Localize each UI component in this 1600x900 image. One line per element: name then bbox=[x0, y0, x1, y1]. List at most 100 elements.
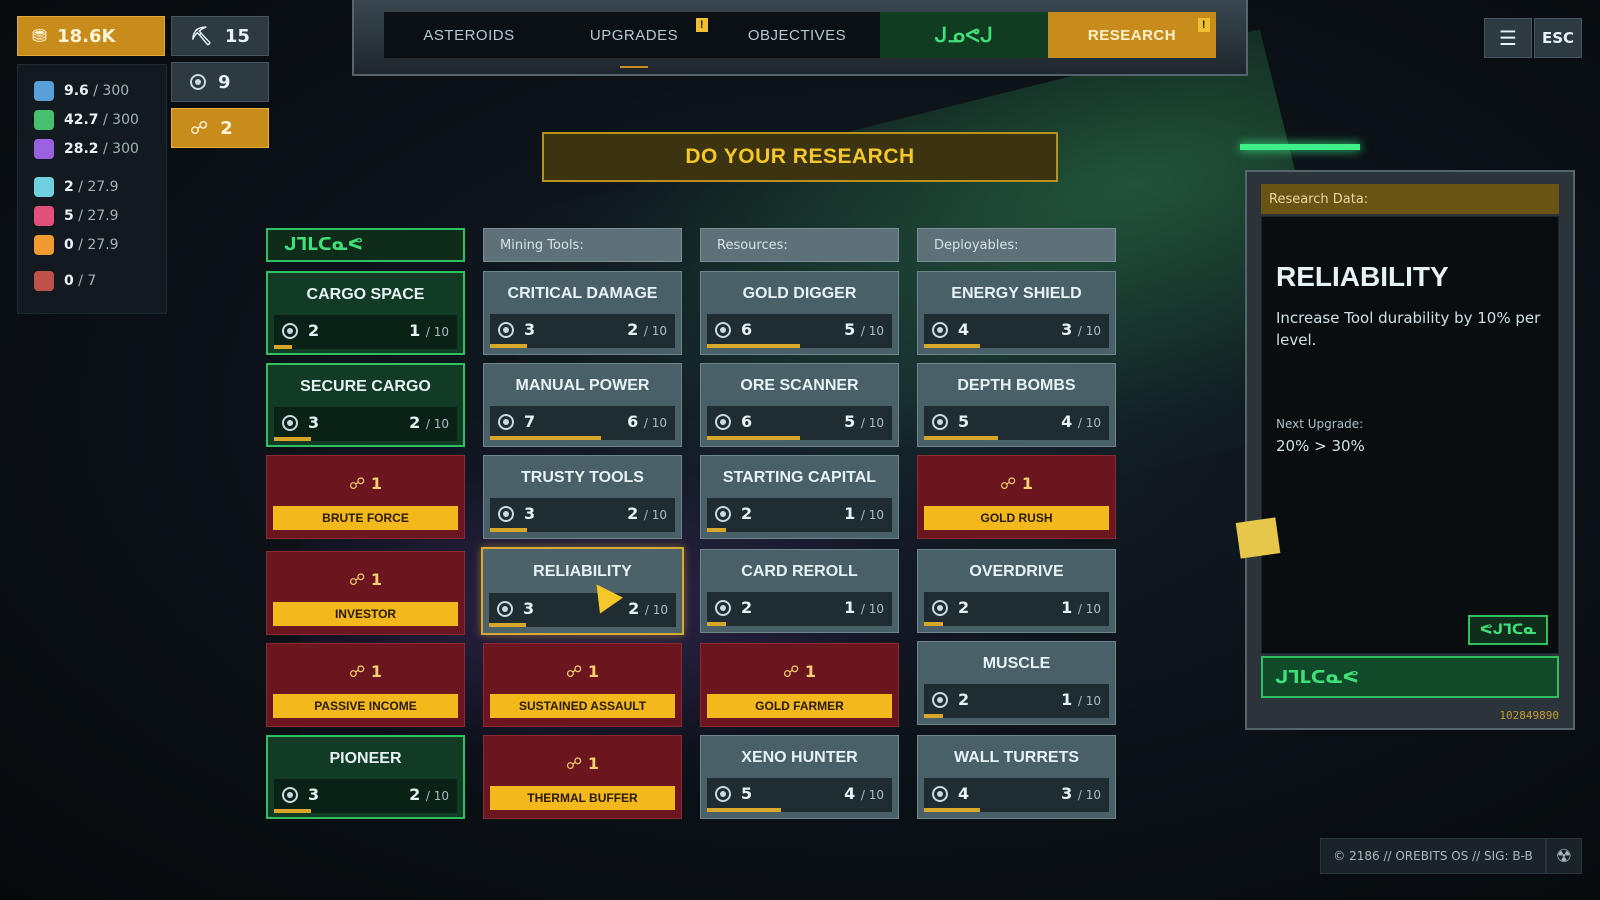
card-gold-digger[interactable]: GOLD DIGGER 6 5 / 10 bbox=[700, 271, 899, 355]
card-sustained-assault[interactable]: ☍ 1 SUSTAINED ASSAULT bbox=[483, 643, 682, 727]
gold-counter: ⛃ 18.6K bbox=[17, 16, 165, 56]
relic-cost: ☍ 1 bbox=[267, 570, 464, 589]
sticky-note bbox=[1235, 517, 1281, 559]
resource-row: 0 / 27.9 bbox=[34, 235, 119, 255]
card-overdrive[interactable]: OVERDRIVE 2 1 / 10 bbox=[917, 549, 1116, 633]
relic-icon: ☍ bbox=[566, 662, 583, 681]
card-depth-bombs[interactable]: DEPTH BOMBS 5 4 / 10 bbox=[917, 363, 1116, 447]
card-gold-farmer[interactable]: ☍ 1 GOLD FARMER bbox=[700, 643, 899, 727]
level-max: / 10 bbox=[425, 325, 449, 339]
relic-icon: ☍ bbox=[566, 754, 583, 773]
relic-cost: ☍ 1 bbox=[267, 474, 464, 493]
card-cost: 2 bbox=[932, 598, 969, 617]
resource-value: 0 bbox=[64, 273, 74, 289]
level-value: 1 bbox=[1061, 598, 1073, 617]
tab-alien[interactable]: ᒍᓄᕙᒍ bbox=[880, 12, 1048, 58]
cost-value: 3 bbox=[524, 504, 536, 523]
level-max: / 10 bbox=[643, 324, 667, 338]
card-cost: 3 bbox=[282, 413, 319, 432]
level-progress-bar bbox=[707, 344, 800, 348]
card-title: SECURE CARGO bbox=[300, 378, 431, 395]
card-investor[interactable]: ☍ 1 INVESTOR bbox=[266, 551, 465, 635]
esc-button[interactable]: ESC bbox=[1534, 18, 1582, 58]
card-starting-capital[interactable]: STARTING CAPITAL 2 1 / 10 bbox=[700, 455, 899, 539]
research-gear-icon bbox=[932, 413, 948, 430]
resource-max: / 27.9 bbox=[73, 208, 119, 224]
card-secure-cargo[interactable]: SECURE CARGO 3 2 / 10 bbox=[266, 363, 465, 447]
card-title: MANUAL POWER bbox=[515, 377, 650, 394]
cost-value: 1 bbox=[370, 474, 382, 493]
card-cost: 2 bbox=[282, 321, 319, 340]
level-value: 3 bbox=[1061, 320, 1073, 339]
level-max: / 10 bbox=[1077, 416, 1101, 430]
card-xeno-hunter[interactable]: XENO HUNTER 5 4 / 10 bbox=[700, 735, 899, 819]
gold-value: 18.6K bbox=[57, 25, 116, 47]
research-gear-icon bbox=[498, 505, 514, 522]
card-level: 3 / 10 bbox=[1061, 320, 1101, 339]
resource-row: 0 / 7 bbox=[34, 271, 96, 291]
level-progress-bar bbox=[707, 528, 726, 532]
column-label: Deployables: bbox=[934, 237, 1019, 253]
menu-button[interactable]: ☰ bbox=[1484, 18, 1532, 58]
card-level: 2 / 10 bbox=[628, 599, 668, 618]
research-gear-icon bbox=[715, 413, 731, 430]
card-cost: 2 bbox=[715, 598, 752, 617]
card-title: DEPTH BOMBS bbox=[957, 377, 1076, 394]
tab-research[interactable]: RESEARCH ! bbox=[1048, 12, 1216, 58]
card-brute-force[interactable]: ☍ 1 BRUTE FORCE bbox=[266, 455, 465, 539]
tab-label: UPGRADES bbox=[589, 26, 679, 44]
resource-row: 9.6 / 300 bbox=[34, 81, 129, 101]
amber-crystal-icon bbox=[34, 235, 54, 255]
research-gear-icon bbox=[715, 505, 731, 522]
pickaxe-icon: ⛏ bbox=[190, 25, 213, 47]
card-thermal-buffer[interactable]: ☍ 1 THERMAL BUFFER bbox=[483, 735, 682, 819]
tab-objectives[interactable]: OBJECTIVES bbox=[714, 12, 880, 58]
card-passive-income[interactable]: ☍ 1 PASSIVE INCOME bbox=[266, 643, 465, 727]
card-cost: 7 bbox=[498, 412, 535, 431]
purple-ore-icon bbox=[34, 139, 54, 159]
level-progress-bar bbox=[489, 623, 527, 627]
cost-value: 1 bbox=[804, 662, 816, 681]
research-gear-icon bbox=[190, 74, 206, 90]
research-gear-icon bbox=[932, 599, 948, 616]
resource-value: 2 bbox=[64, 179, 74, 195]
column-label: ᒍᒣᒪᑕᓇᕙ bbox=[284, 235, 364, 255]
card-level: 1 / 10 bbox=[844, 504, 884, 523]
radiation-icon[interactable]: ☢ bbox=[1546, 838, 1582, 874]
column-label: Mining Tools: bbox=[500, 237, 584, 253]
tab-label: RESEARCH bbox=[1087, 26, 1177, 44]
banner-text: DO YOUR RESEARCH bbox=[685, 145, 915, 168]
card-gold-rush[interactable]: ☍ 1 GOLD RUSH bbox=[917, 455, 1116, 539]
card-footer: 2 1 / 10 bbox=[707, 592, 892, 626]
card-trusty-tools[interactable]: TRUSTY TOOLS 3 2 / 10 bbox=[483, 455, 682, 539]
card-energy-shield[interactable]: ENERGY SHIELD 4 3 / 10 bbox=[917, 271, 1116, 355]
card-card-reroll[interactable]: CARD REROLL 2 1 / 10 bbox=[700, 549, 899, 633]
research-data-panel: Research Data: RELIABILITY Increase Tool… bbox=[1245, 170, 1575, 730]
cost-value: 1 bbox=[587, 754, 599, 773]
card-manual-power[interactable]: MANUAL POWER 7 6 / 10 bbox=[483, 363, 682, 447]
level-value: 2 bbox=[409, 785, 421, 804]
card-level: 6 / 10 bbox=[627, 412, 667, 431]
card-ore-scanner[interactable]: ORE SCANNER 6 5 / 10 bbox=[700, 363, 899, 447]
card-reliability[interactable]: RELIABILITY 3 2 / 10 bbox=[481, 547, 684, 635]
research-button[interactable]: ᕙᒍᒣᑕᓇ bbox=[1468, 615, 1548, 645]
cost-value: 3 bbox=[308, 413, 320, 432]
level-progress-bar bbox=[924, 436, 998, 440]
level-max: / 10 bbox=[425, 789, 449, 803]
level-value: 4 bbox=[1061, 412, 1073, 431]
level-progress-bar bbox=[707, 808, 781, 812]
alert-icon: ! bbox=[696, 18, 708, 32]
card-muscle[interactable]: MUSCLE 2 1 / 10 bbox=[917, 641, 1116, 725]
picks-value: 15 bbox=[224, 25, 250, 47]
card-title: STARTING CAPITAL bbox=[722, 469, 877, 486]
card-wall-turrets[interactable]: WALL TURRETS 4 3 / 10 bbox=[917, 735, 1116, 819]
level-value: 2 bbox=[627, 320, 639, 339]
card-level: 2 / 10 bbox=[627, 320, 667, 339]
relic-icon: ☍ bbox=[349, 570, 366, 589]
tab-upgrades[interactable]: UPGRADES ! bbox=[554, 12, 714, 68]
card-pioneer[interactable]: PIONEER 3 2 / 10 bbox=[266, 735, 465, 819]
card-cargo-space[interactable]: CARGO SPACE 2 1 / 10 bbox=[266, 271, 465, 355]
card-critical-damage[interactable]: CRITICAL DAMAGE 3 2 / 10 bbox=[483, 271, 682, 355]
tab-asteroids[interactable]: ASTEROIDS bbox=[384, 12, 554, 58]
level-progress-bar bbox=[924, 808, 980, 812]
